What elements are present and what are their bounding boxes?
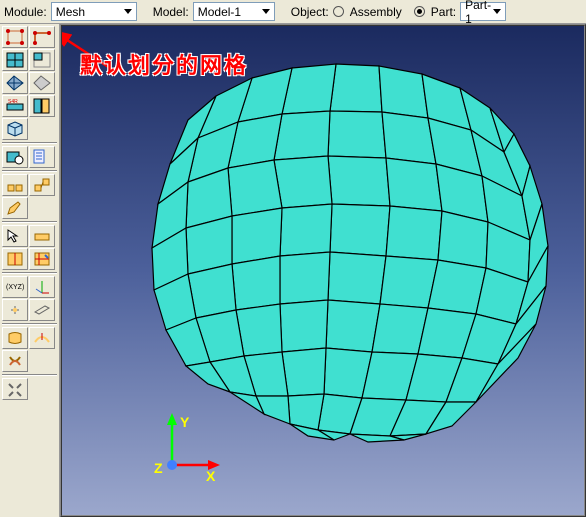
context-toolbar: Module: Mesh Model: Model-1 Object: Asse… bbox=[0, 0, 586, 24]
partition-face-icon bbox=[6, 251, 24, 267]
seed-part-icon bbox=[6, 29, 24, 45]
delete-mesh-icon bbox=[33, 75, 51, 91]
query-button[interactable] bbox=[29, 146, 55, 168]
assembly-radio[interactable] bbox=[333, 6, 344, 17]
partition-face-button[interactable] bbox=[2, 248, 28, 270]
triad-icon bbox=[33, 279, 51, 295]
partition-curve-button[interactable] bbox=[29, 327, 55, 349]
remesh-icon bbox=[6, 75, 24, 91]
triad-z-label: Z bbox=[154, 460, 163, 476]
highlight-button[interactable] bbox=[29, 225, 55, 247]
mesh-stack-button[interactable] bbox=[2, 118, 28, 140]
verify-mesh-button[interactable] bbox=[2, 146, 28, 168]
query-icon bbox=[33, 149, 51, 165]
model-label: Model: bbox=[153, 5, 189, 19]
separator bbox=[2, 221, 57, 223]
edit-mesh-icon bbox=[6, 200, 24, 216]
datum-plane-icon bbox=[33, 302, 51, 318]
virtual-topology-button[interactable] bbox=[2, 327, 28, 349]
verify-icon bbox=[6, 149, 24, 165]
csys-icon: (XYZ) bbox=[6, 279, 24, 295]
module-value: Mesh bbox=[56, 5, 85, 19]
tools-button[interactable] bbox=[2, 378, 28, 400]
view-triad: Y X Z bbox=[132, 405, 222, 495]
part-combo[interactable]: Part-1 bbox=[460, 2, 506, 21]
datum-plane-button[interactable] bbox=[29, 299, 55, 321]
object-label: Object: bbox=[291, 5, 329, 19]
model-value: Model-1 bbox=[198, 5, 241, 19]
mesh-part-button[interactable] bbox=[2, 49, 28, 71]
part-curve-icon bbox=[33, 330, 51, 346]
assoc-mesh-button[interactable] bbox=[29, 174, 55, 196]
datum-csys-button[interactable]: (XYZ) bbox=[2, 276, 28, 298]
part-radio[interactable] bbox=[414, 6, 425, 17]
mesh-region-icon bbox=[33, 52, 51, 68]
part-value: Part-1 bbox=[465, 0, 491, 26]
mesh-delete-button[interactable] bbox=[29, 72, 55, 94]
assoc-icon bbox=[33, 177, 51, 193]
mesh-controls-button[interactable] bbox=[29, 95, 55, 117]
mesh-part-icon bbox=[6, 52, 24, 68]
triad-x-label: X bbox=[206, 468, 216, 484]
stack-icon bbox=[6, 121, 24, 137]
element-type-icon: S4R bbox=[6, 98, 24, 114]
datum-point-icon bbox=[6, 302, 24, 318]
part-label: Part: bbox=[431, 5, 456, 19]
triad-y-label: Y bbox=[180, 414, 190, 430]
datum-point-button[interactable] bbox=[2, 299, 28, 321]
edit-mesh-button[interactable] bbox=[2, 197, 28, 219]
select-entity-button[interactable] bbox=[2, 225, 28, 247]
annotation-text: 默认划分的网格 bbox=[80, 48, 248, 80]
seed-edges-button[interactable] bbox=[29, 26, 55, 48]
separator bbox=[2, 323, 57, 325]
mesh-remesh-button[interactable] bbox=[2, 72, 28, 94]
model-combo[interactable]: Model-1 bbox=[193, 2, 275, 21]
module-label: Module: bbox=[4, 5, 47, 19]
partition-cell-button[interactable] bbox=[29, 248, 55, 270]
mesh-controls-icon bbox=[33, 98, 51, 114]
viewport[interactable]: 默认划分的网格 bbox=[60, 24, 586, 517]
create-bottomup-button[interactable] bbox=[2, 174, 28, 196]
assembly-label: Assembly bbox=[350, 5, 402, 19]
highlight-icon bbox=[33, 228, 51, 244]
select-icon bbox=[6, 228, 24, 244]
main-area: S4R (XYZ) bbox=[0, 24, 586, 517]
separator bbox=[2, 374, 57, 376]
partition-cell-icon bbox=[33, 251, 51, 267]
datum-axis-button[interactable] bbox=[29, 276, 55, 298]
seed-part-button[interactable] bbox=[2, 26, 28, 48]
repair-icon bbox=[6, 353, 24, 369]
bottomup-icon bbox=[6, 177, 24, 193]
svg-text:S4R: S4R bbox=[8, 99, 18, 105]
module-combo[interactable]: Mesh bbox=[51, 2, 137, 21]
element-type-button[interactable]: S4R bbox=[2, 95, 28, 117]
svg-text:(XYZ): (XYZ) bbox=[6, 284, 24, 291]
tools-icon bbox=[6, 381, 24, 397]
seed-edges-icon bbox=[33, 29, 51, 45]
virt-topo-icon bbox=[6, 330, 24, 346]
separator bbox=[2, 142, 57, 144]
mesh-toolbox: S4R (XYZ) bbox=[0, 24, 60, 517]
separator bbox=[2, 272, 57, 274]
mesh-region-button[interactable] bbox=[29, 49, 55, 71]
geom-repair-button[interactable] bbox=[2, 350, 28, 372]
separator bbox=[2, 170, 57, 172]
